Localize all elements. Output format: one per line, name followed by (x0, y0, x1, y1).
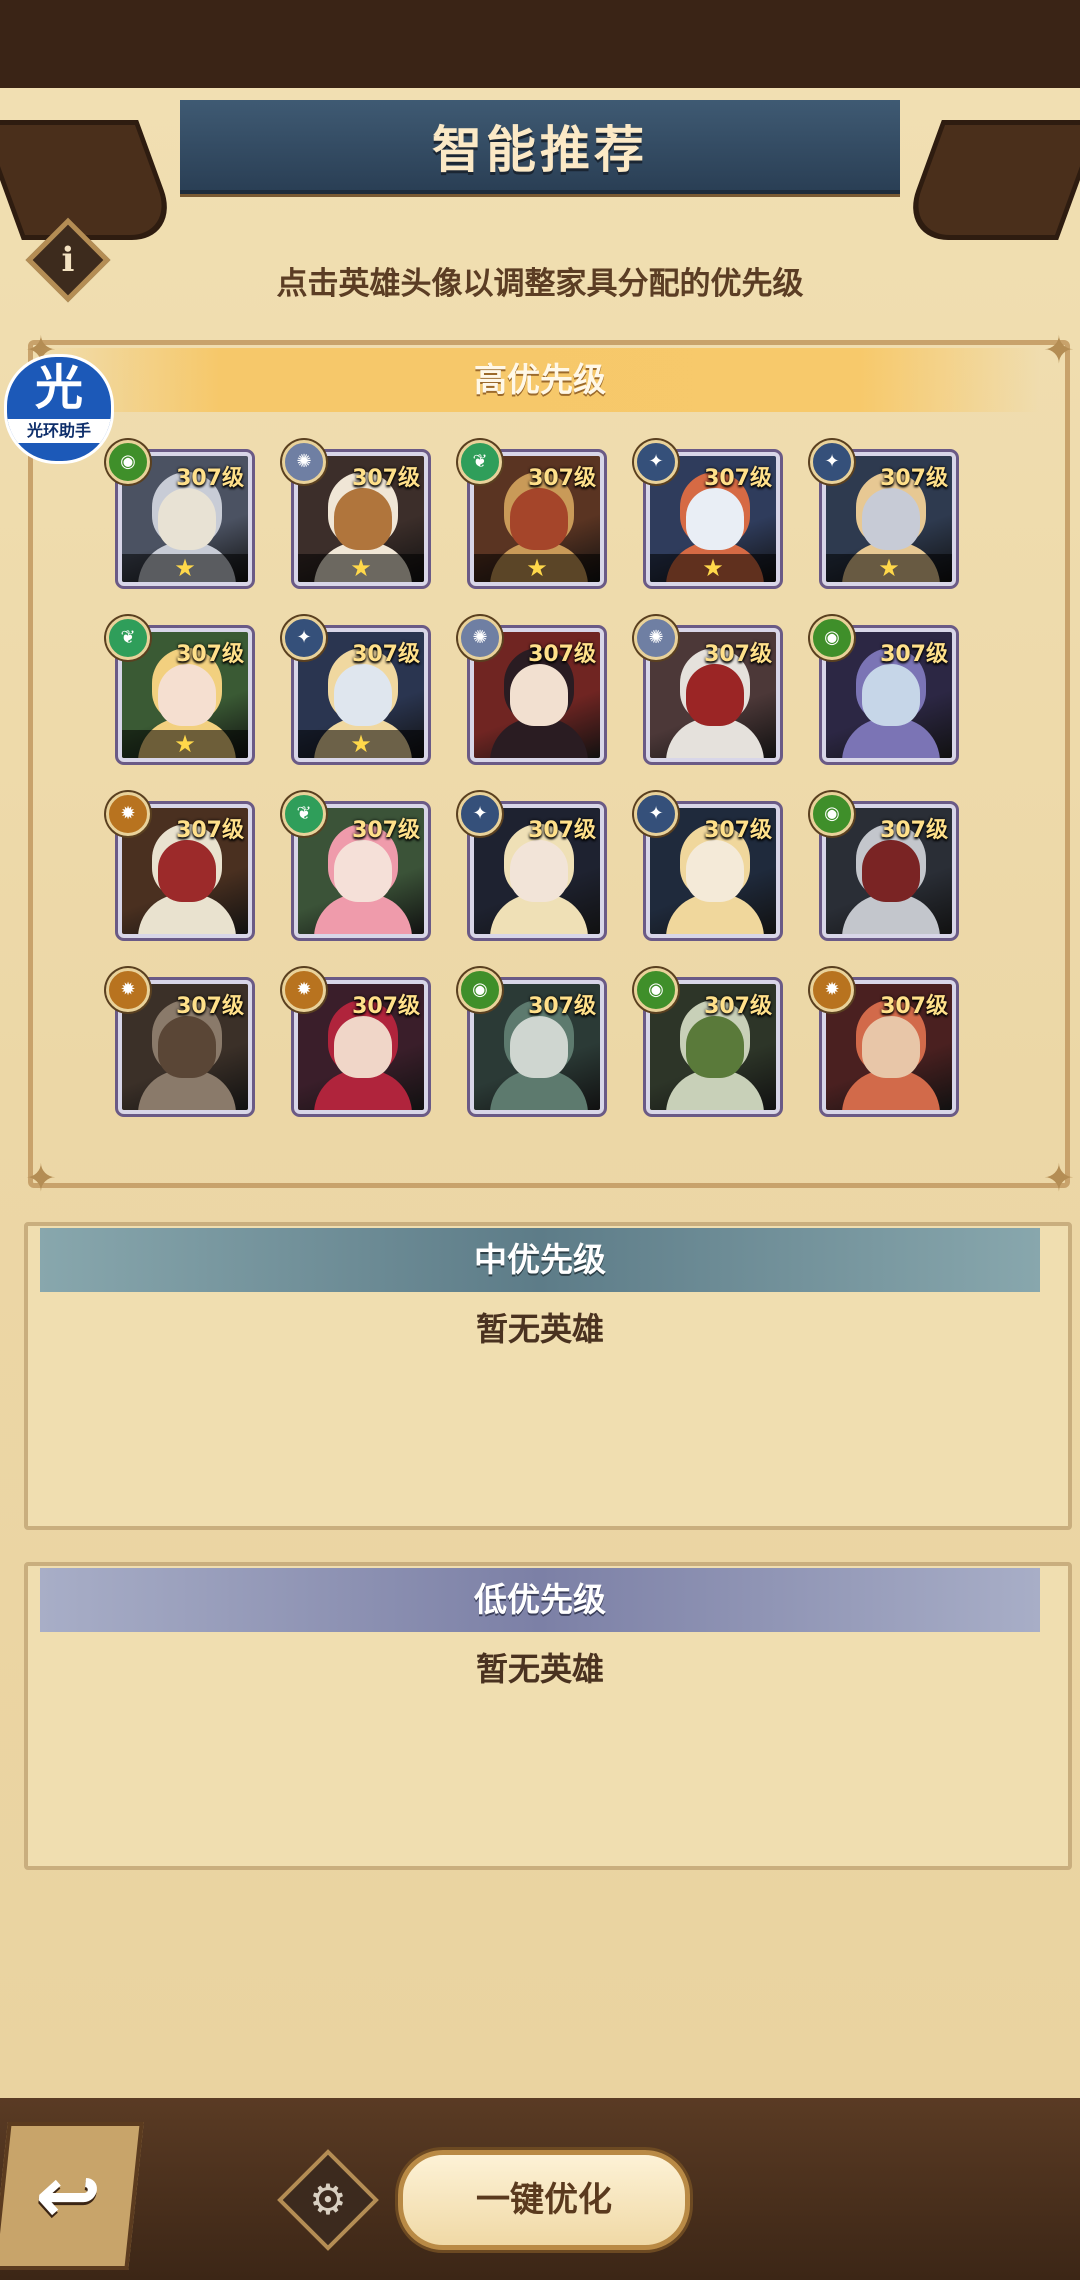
watermark-label: 光环助手 (7, 419, 111, 443)
hero-level: 307级 (704, 642, 772, 667)
hero-level: 307级 (880, 642, 948, 667)
back-button[interactable]: ↩ (0, 2122, 144, 2270)
low-empty-text: 暂无英雄 (475, 1650, 604, 1688)
status-bar-area (0, 0, 1080, 88)
hero-level: 307级 (528, 994, 596, 1019)
faction-flame-icon: ✹ (106, 968, 150, 1012)
mid-empty-text: 暂无英雄 (475, 1310, 604, 1348)
hero-level: 307级 (880, 994, 948, 1019)
hero-level: 307级 (704, 818, 772, 843)
page-title: 智能推荐 (432, 121, 648, 179)
hero-level: 307级 (352, 818, 420, 843)
hero-level: 307级 (528, 466, 596, 491)
hero-level: 307级 (528, 642, 596, 667)
watermark-char: 光 (34, 360, 83, 416)
faction-star-icon: ✦ (458, 792, 502, 836)
faction-star-icon: ✦ (634, 792, 678, 836)
faction-star-icon: ✦ (634, 440, 678, 484)
hero-level: 307级 (528, 818, 596, 843)
app-watermark-logo: 光 光环助手 (4, 354, 114, 464)
faction-eye-icon: ◉ (810, 616, 854, 660)
faction-eye-icon: ◉ (106, 440, 150, 484)
star-icon: ★ (298, 554, 424, 582)
hero-level: 307级 (176, 994, 244, 1019)
hero-level: 307级 (704, 466, 772, 491)
star-icon: ★ (826, 554, 952, 582)
faction-sun-icon: ✺ (282, 440, 326, 484)
star-icon: ★ (298, 730, 424, 758)
faction-flame-icon: ✹ (810, 968, 854, 1012)
faction-leaf-icon: ❦ (458, 440, 502, 484)
faction-leaf-icon: ❦ (282, 792, 326, 836)
corner-ornament-icon: ✦ (1043, 1156, 1075, 1200)
faction-flame-icon: ✹ (282, 968, 326, 1012)
star-icon: ★ (122, 554, 248, 582)
star-icon: ★ (650, 554, 776, 582)
corner-ornament-icon: ✦ (1043, 328, 1075, 372)
faction-eye-icon: ◉ (810, 792, 854, 836)
hero-level: 307级 (880, 818, 948, 843)
hero-level: 307级 (352, 994, 420, 1019)
faction-star-icon: ✦ (282, 616, 326, 660)
faction-eye-icon: ◉ (634, 968, 678, 1012)
star-icon: ★ (474, 554, 600, 582)
faction-sun-icon: ✺ (634, 616, 678, 660)
back-arrow-icon: ↩ (30, 2151, 106, 2241)
hero-level: 307级 (176, 642, 244, 667)
gear-icon: ⚙ (309, 2175, 347, 2224)
hero-level: 307级 (352, 466, 420, 491)
hero-level: 307级 (176, 818, 244, 843)
hero-level: 307级 (352, 642, 420, 667)
corner-ornament-icon: ✦ (25, 1156, 57, 1200)
faction-flame-icon: ✹ (106, 792, 150, 836)
faction-star-icon: ✦ (810, 440, 854, 484)
hero-level: 307级 (176, 466, 244, 491)
mid-priority-header: 中优先级 (40, 1228, 1040, 1292)
star-icon: ★ (122, 730, 248, 758)
faction-leaf-icon: ❦ (106, 616, 150, 660)
high-priority-header: 高优先级 (40, 348, 1040, 412)
instruction-text: 点击英雄头像以调整家具分配的优先级 (276, 266, 804, 302)
hero-level: 307级 (704, 994, 772, 1019)
low-priority-header: 低优先级 (40, 1568, 1040, 1632)
faction-eye-icon: ◉ (458, 968, 502, 1012)
hero-level: 307级 (880, 466, 948, 491)
one-click-optimize-button[interactable]: 一键优化 (398, 2150, 690, 2250)
faction-sun-icon: ✺ (458, 616, 502, 660)
